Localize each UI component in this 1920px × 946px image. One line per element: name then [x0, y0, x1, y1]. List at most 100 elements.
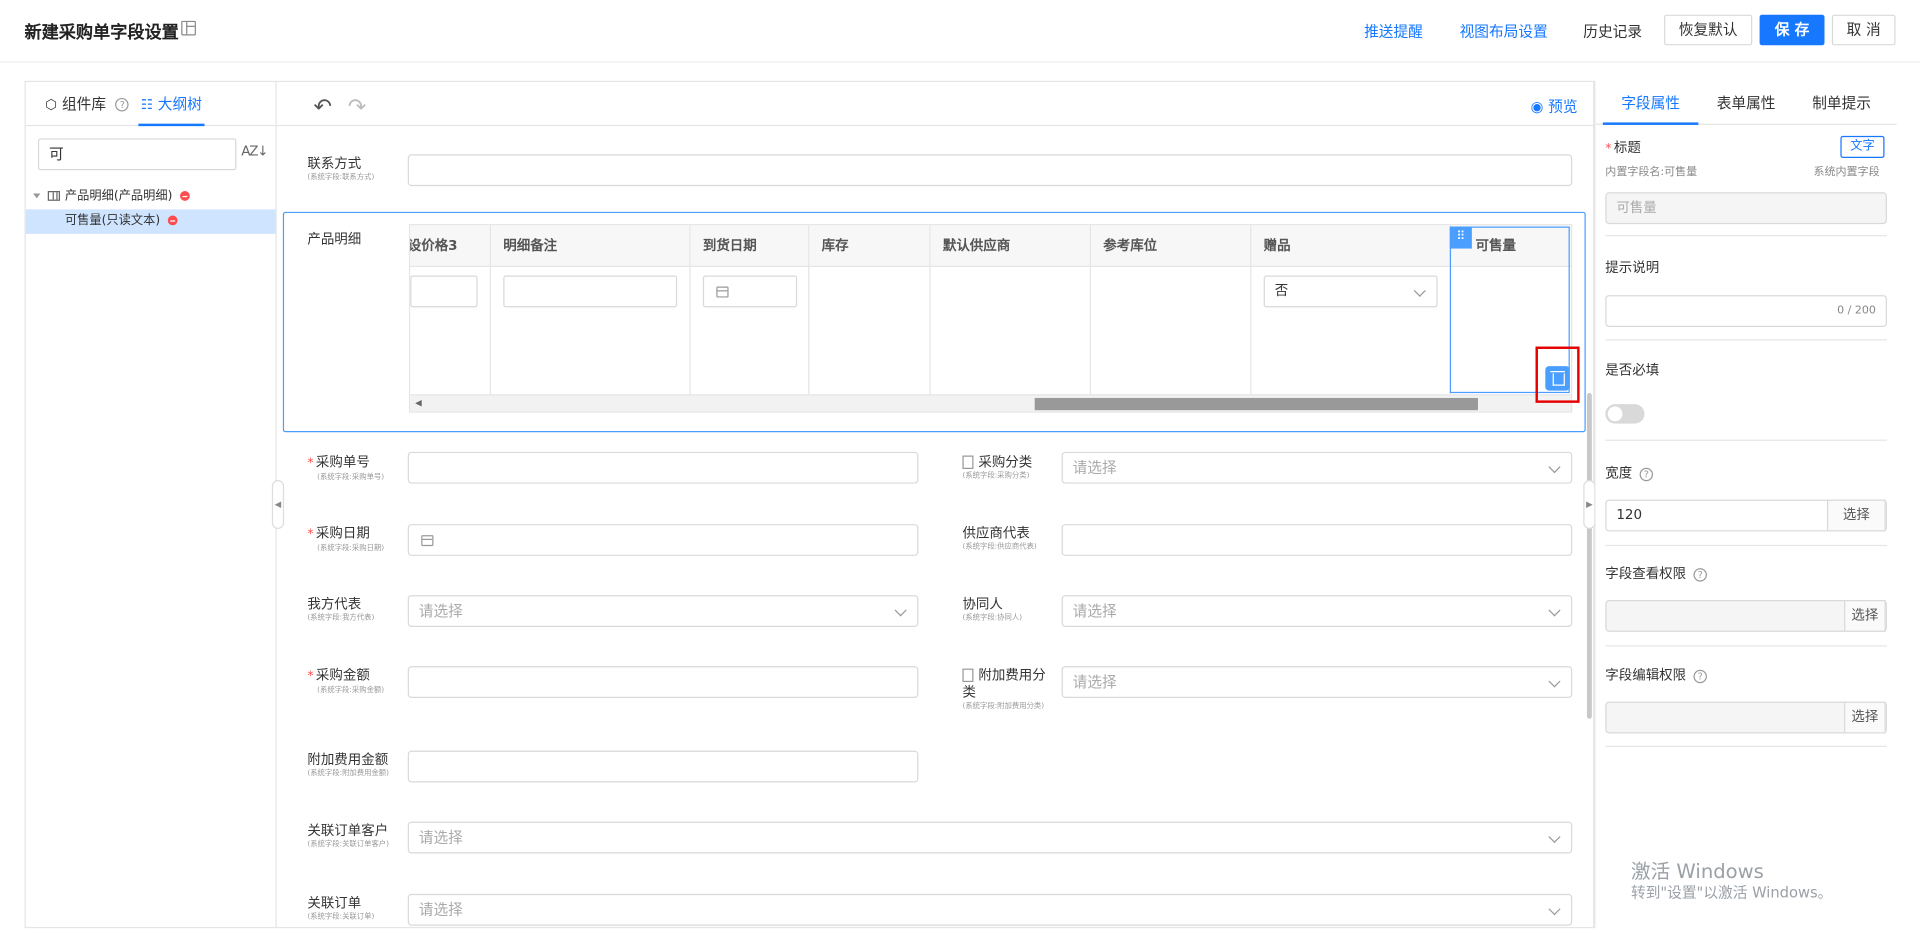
width-select-button[interactable]: 选择	[1826, 499, 1886, 532]
price3-cell-input[interactable]	[410, 275, 478, 308]
supplier-rep-input[interactable]	[1061, 524, 1573, 556]
remove-icon[interactable]	[179, 191, 190, 201]
trash-icon[interactable]	[1545, 366, 1570, 391]
redo-icon[interactable]: ↷	[348, 94, 366, 120]
contact-input[interactable]	[407, 154, 1573, 187]
help-icon[interactable]: ?	[115, 97, 130, 112]
preview-button[interactable]: ◉ 预览	[1531, 96, 1578, 117]
linked-order-select[interactable]: 请选择	[407, 893, 1573, 926]
view-permission-select-button[interactable]: 选择	[1844, 600, 1886, 632]
purchase-amount-input[interactable]	[407, 666, 919, 698]
hint-input[interactable]: 0 / 200	[1605, 295, 1887, 327]
text-type-tag[interactable]: 文字	[1840, 135, 1885, 158]
scroll-left-icon[interactable]: ◀	[415, 398, 422, 408]
required-toggle[interactable]	[1605, 404, 1645, 424]
document-icon	[962, 454, 974, 469]
arrival-date-cell-input[interactable]	[702, 275, 798, 308]
windows-activation-hint: 转到"设置"以激活 Windows。	[1631, 884, 1833, 902]
edit-permission-input[interactable]: 选择	[1605, 701, 1887, 734]
purchase-no-input[interactable]	[407, 451, 919, 484]
layout-icon[interactable]	[181, 20, 196, 36]
field-label-purchase-category: 采购分类 (系统字段:采购分类)	[962, 454, 1033, 481]
remark-cell-input[interactable]	[503, 275, 678, 308]
field-label-product-detail: 产品明细	[307, 231, 362, 248]
extra-fee-amount-input[interactable]	[407, 750, 919, 783]
left-panel: ⬡ 组件库 ? ☷ 大纲树 可 AZ↓ 产品明细(产品明细) 可售量(只读文本)	[24, 80, 277, 929]
left-tabbar: ⬡ 组件库 ? ☷ 大纲树	[25, 82, 276, 127]
purchase-category-select[interactable]: 请选择	[1061, 451, 1573, 484]
outline-search-input[interactable]: 可	[37, 138, 237, 171]
field-label-our-rep: 我方代表 (系统字段:我方代表)	[307, 596, 375, 623]
save-button[interactable]: 保 存	[1759, 14, 1825, 46]
tree-icon: ☷	[140, 96, 153, 113]
title-input[interactable]: 可售量	[1605, 192, 1887, 225]
col-header: 参考库位	[1091, 225, 1252, 267]
our-rep-select[interactable]: 请选择	[407, 595, 919, 627]
tab-entry-tips[interactable]: 制单提示	[1794, 81, 1890, 125]
caret-down-icon[interactable]	[33, 193, 41, 199]
form-canvas: ↶ ↷ ◉ 预览 联系方式 (系统字段:联系方式) 产品明细 设价格3 明细备注…	[276, 80, 1595, 929]
chevron-down-icon	[1548, 604, 1561, 617]
help-icon[interactable]: ?	[1693, 567, 1707, 582]
tab-outline[interactable]: ☷ 大纲树	[138, 82, 205, 127]
push-reminder-link[interactable]: 推送提醒	[1364, 21, 1423, 42]
field-label-collaborator: 协同人 (系统字段:协同人)	[962, 596, 1023, 623]
tree-node-product-detail[interactable]: 产品明细(产品明细)	[33, 185, 275, 209]
purchase-date-input[interactable]	[407, 524, 919, 556]
linked-customer-select[interactable]: 请选择	[407, 821, 1573, 854]
windows-activation-watermark: 激活 Windows	[1631, 859, 1764, 883]
tree-node-available-qty[interactable]: 可售量(只读文本)	[25, 209, 276, 234]
view-layout-link[interactable]: 视图布局设置	[1460, 21, 1548, 42]
extra-fee-category-select[interactable]: 请选择	[1061, 666, 1573, 698]
calendar-icon	[421, 535, 434, 547]
sort-az-icon[interactable]: AZ↓	[241, 143, 268, 159]
width-label: 宽度?	[1605, 463, 1654, 483]
restore-default-button[interactable]: 恢复默认	[1664, 14, 1753, 46]
tab-form-props[interactable]: 表单属性	[1698, 81, 1794, 125]
width-input[interactable]: 120 选择	[1605, 499, 1887, 532]
chevron-down-icon	[1548, 903, 1561, 916]
help-icon[interactable]: ?	[1639, 467, 1654, 481]
collaborator-select[interactable]: 请选择	[1061, 595, 1573, 627]
right-panel: 字段属性 表单属性 制单提示 * 标题 文字 内置字段名:可售量 系统内置字段 可…	[1594, 80, 1897, 929]
field-label-supplier-rep: 供应商代表 (系统字段:供应商代表)	[962, 525, 1037, 552]
col-header: 明细备注	[491, 225, 691, 267]
remove-icon[interactable]	[167, 215, 178, 226]
field-label-purchase-no: * 采购单号 (系统字段:采购单号)	[307, 454, 385, 482]
history-link[interactable]: 历史记录	[1583, 21, 1642, 42]
view-permission-input[interactable]: 选择	[1605, 600, 1887, 632]
required-label: 是否必填	[1605, 362, 1660, 379]
field-label-contact: 联系方式 (系统字段:联系方式)	[307, 155, 375, 182]
builtin-field-name: 内置字段名:可售量	[1605, 166, 1698, 179]
field-label-linked-order: 关联订单 (系统字段:关联订单)	[307, 895, 375, 921]
page-title: 新建采购单字段设置	[24, 23, 179, 43]
tab-components[interactable]: ⬡ 组件库 ?	[45, 82, 130, 126]
edit-permission-select-button[interactable]: 选择	[1844, 701, 1886, 734]
col-header: 赠品	[1251, 225, 1452, 267]
cancel-button[interactable]: 取 消	[1831, 14, 1896, 46]
title-label: * 标题	[1605, 139, 1641, 156]
canvas-vertical-scrollbar[interactable]	[1586, 393, 1592, 719]
right-tabbar: 字段属性 表单属性 制单提示	[1595, 81, 1897, 125]
drag-handle-icon[interactable]: ⠿	[1449, 226, 1472, 249]
chevron-down-icon	[1548, 830, 1561, 843]
field-label-purchase-amount: * 采购金额 (系统字段:采购金额)	[307, 667, 385, 695]
edit-permission-label: 字段编辑权限?	[1605, 665, 1707, 685]
col-header: 到货日期	[690, 225, 810, 267]
view-permission-label: 字段查看权限?	[1605, 563, 1707, 583]
scrollbar-thumb[interactable]	[1034, 397, 1478, 411]
chevron-down-icon	[1413, 284, 1426, 297]
help-icon[interactable]: ?	[1693, 669, 1707, 683]
cube-icon: ⬡	[45, 96, 58, 113]
field-label-purchase-date: * 采购日期 (系统字段:采购日期)	[307, 525, 385, 553]
hint-label: 提示说明	[1605, 259, 1660, 276]
tab-field-props[interactable]: 字段属性	[1602, 81, 1699, 125]
field-label-extra-fee-amount: 附加费用金额 (系统字段:附加费用金额)	[307, 751, 390, 778]
undo-icon[interactable]: ↶	[313, 94, 331, 120]
gift-select[interactable]: 否	[1263, 275, 1438, 308]
chevron-down-icon	[894, 604, 907, 617]
field-label-extra-fee-category: 附加费用分类 (系统字段:附加费用分类)	[962, 667, 1046, 711]
calendar-icon	[716, 286, 729, 298]
document-icon	[962, 667, 974, 682]
col-header: 设价格3	[410, 225, 492, 267]
